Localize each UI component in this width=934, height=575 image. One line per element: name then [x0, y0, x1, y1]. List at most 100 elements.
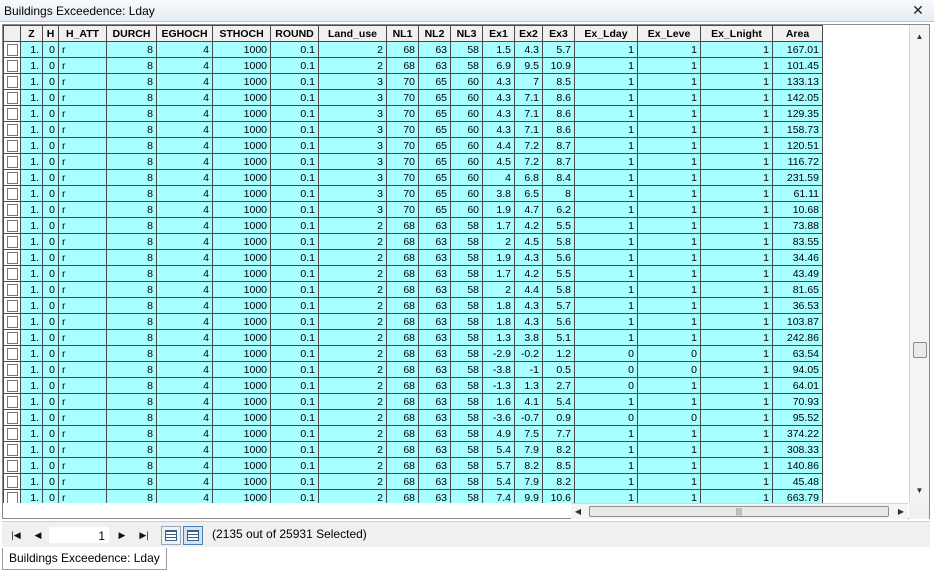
- tab-buildings-exceedence[interactable]: Buildings Exceedence: Lday: [2, 548, 167, 570]
- row-selector[interactable]: [3, 265, 21, 282]
- table-cell[interactable]: 1: [700, 281, 773, 298]
- table-cell[interactable]: 0.1: [270, 265, 319, 282]
- row-selector-box[interactable]: [6, 267, 18, 280]
- table-cell[interactable]: 5.5: [542, 265, 575, 282]
- table-cell[interactable]: 0: [42, 249, 59, 266]
- table-cell[interactable]: 2: [318, 409, 387, 426]
- table-cell[interactable]: 1.: [20, 361, 43, 378]
- table-cell[interactable]: 0: [42, 329, 59, 346]
- table-cell[interactable]: 8: [106, 425, 157, 442]
- table-cell[interactable]: r: [58, 473, 107, 490]
- table-cell[interactable]: 0.1: [270, 489, 319, 503]
- table-cell[interactable]: 1: [574, 137, 638, 154]
- table-cell[interactable]: 4: [156, 313, 213, 330]
- table-cell[interactable]: 1.: [20, 425, 43, 442]
- table-cell[interactable]: 4: [156, 153, 213, 170]
- table-cell[interactable]: 68: [386, 441, 419, 458]
- table-cell[interactable]: r: [58, 297, 107, 314]
- table-cell[interactable]: 5.8: [542, 233, 575, 250]
- column-header[interactable]: NL1: [386, 25, 419, 42]
- table-cell[interactable]: 0.1: [270, 457, 319, 474]
- table-cell[interactable]: 1.2: [542, 345, 575, 362]
- table-cell[interactable]: 2: [318, 249, 387, 266]
- table-cell[interactable]: 68: [386, 329, 419, 346]
- table-cell[interactable]: 0: [42, 265, 59, 282]
- table-cell[interactable]: 0.1: [270, 441, 319, 458]
- table-cell[interactable]: 1.: [20, 489, 43, 503]
- table-cell[interactable]: 1: [700, 233, 773, 250]
- row-selector[interactable]: [3, 89, 21, 106]
- table-cell[interactable]: 3.8: [482, 185, 515, 202]
- table-cell[interactable]: 5.1: [542, 329, 575, 346]
- table-cell[interactable]: 142.05: [772, 89, 823, 106]
- table-cell[interactable]: 70: [386, 185, 419, 202]
- table-cell[interactable]: 0.1: [270, 393, 319, 410]
- row-selector-box[interactable]: [6, 299, 18, 312]
- table-cell[interactable]: 0.1: [270, 345, 319, 362]
- table-cell[interactable]: 0: [42, 489, 59, 503]
- table-cell[interactable]: 231.59: [772, 169, 823, 186]
- table-cell[interactable]: 58: [450, 313, 483, 330]
- table-cell[interactable]: 1.: [20, 121, 43, 138]
- table-cell[interactable]: 60: [450, 201, 483, 218]
- table-cell[interactable]: 8: [106, 185, 157, 202]
- table-cell[interactable]: 8.6: [542, 121, 575, 138]
- table-cell[interactable]: 1: [700, 73, 773, 90]
- table-cell[interactable]: 1: [637, 297, 701, 314]
- table-cell[interactable]: r: [58, 393, 107, 410]
- table-cell[interactable]: 0.1: [270, 121, 319, 138]
- column-header[interactable]: Z: [20, 25, 43, 42]
- table-cell[interactable]: 0: [42, 217, 59, 234]
- table-cell[interactable]: 6.8: [514, 169, 543, 186]
- table-cell[interactable]: r: [58, 377, 107, 394]
- table-cell[interactable]: 0.1: [270, 73, 319, 90]
- table-cell[interactable]: r: [58, 217, 107, 234]
- table-cell[interactable]: 101.45: [772, 57, 823, 74]
- row-selector[interactable]: [3, 153, 21, 170]
- table-cell[interactable]: 63: [418, 41, 451, 58]
- table-cell[interactable]: 0.1: [270, 377, 319, 394]
- scroll-right-icon[interactable]: ▶: [894, 504, 908, 520]
- row-selector[interactable]: [3, 441, 21, 458]
- table-cell[interactable]: 0.1: [270, 409, 319, 426]
- row-selector-box[interactable]: [6, 155, 18, 168]
- table-cell[interactable]: 8: [106, 441, 157, 458]
- table-cell[interactable]: 1: [637, 137, 701, 154]
- table-cell[interactable]: 1: [637, 473, 701, 490]
- table-cell[interactable]: 4.5: [514, 233, 543, 250]
- table-cell[interactable]: 0: [42, 377, 59, 394]
- table-cell[interactable]: 103.87: [772, 313, 823, 330]
- table-cell[interactable]: 3: [318, 201, 387, 218]
- table-cell[interactable]: 0.1: [270, 137, 319, 154]
- table-cell[interactable]: 1: [637, 41, 701, 58]
- table-cell[interactable]: 4.3: [482, 89, 515, 106]
- table-cell[interactable]: 63: [418, 281, 451, 298]
- table-cell[interactable]: 3: [318, 89, 387, 106]
- table-cell[interactable]: 3.8: [514, 329, 543, 346]
- table-cell[interactable]: 1000: [212, 201, 271, 218]
- table-cell[interactable]: 63: [418, 265, 451, 282]
- table-cell[interactable]: 1000: [212, 457, 271, 474]
- table-cell[interactable]: 0.1: [270, 425, 319, 442]
- row-selector-header[interactable]: [3, 25, 21, 42]
- table-cell[interactable]: 1: [574, 73, 638, 90]
- table-cell[interactable]: r: [58, 489, 107, 503]
- row-selector-box[interactable]: [6, 139, 18, 152]
- table-cell[interactable]: 63: [418, 249, 451, 266]
- table-cell[interactable]: r: [58, 153, 107, 170]
- table-cell[interactable]: 1: [574, 313, 638, 330]
- table-cell[interactable]: 7.1: [514, 121, 543, 138]
- table-cell[interactable]: 0: [42, 345, 59, 362]
- table-cell[interactable]: 1000: [212, 185, 271, 202]
- row-selector-box[interactable]: [6, 59, 18, 72]
- table-cell[interactable]: 4.2: [514, 217, 543, 234]
- table-cell[interactable]: r: [58, 73, 107, 90]
- row-selector-box[interactable]: [6, 475, 18, 488]
- table-cell[interactable]: 1000: [212, 137, 271, 154]
- table-cell[interactable]: 70: [386, 73, 419, 90]
- table-cell[interactable]: r: [58, 457, 107, 474]
- show-selected-records-icon[interactable]: [183, 526, 203, 545]
- table-cell[interactable]: 1000: [212, 441, 271, 458]
- table-cell[interactable]: 1: [574, 393, 638, 410]
- column-header[interactable]: H: [42, 25, 59, 42]
